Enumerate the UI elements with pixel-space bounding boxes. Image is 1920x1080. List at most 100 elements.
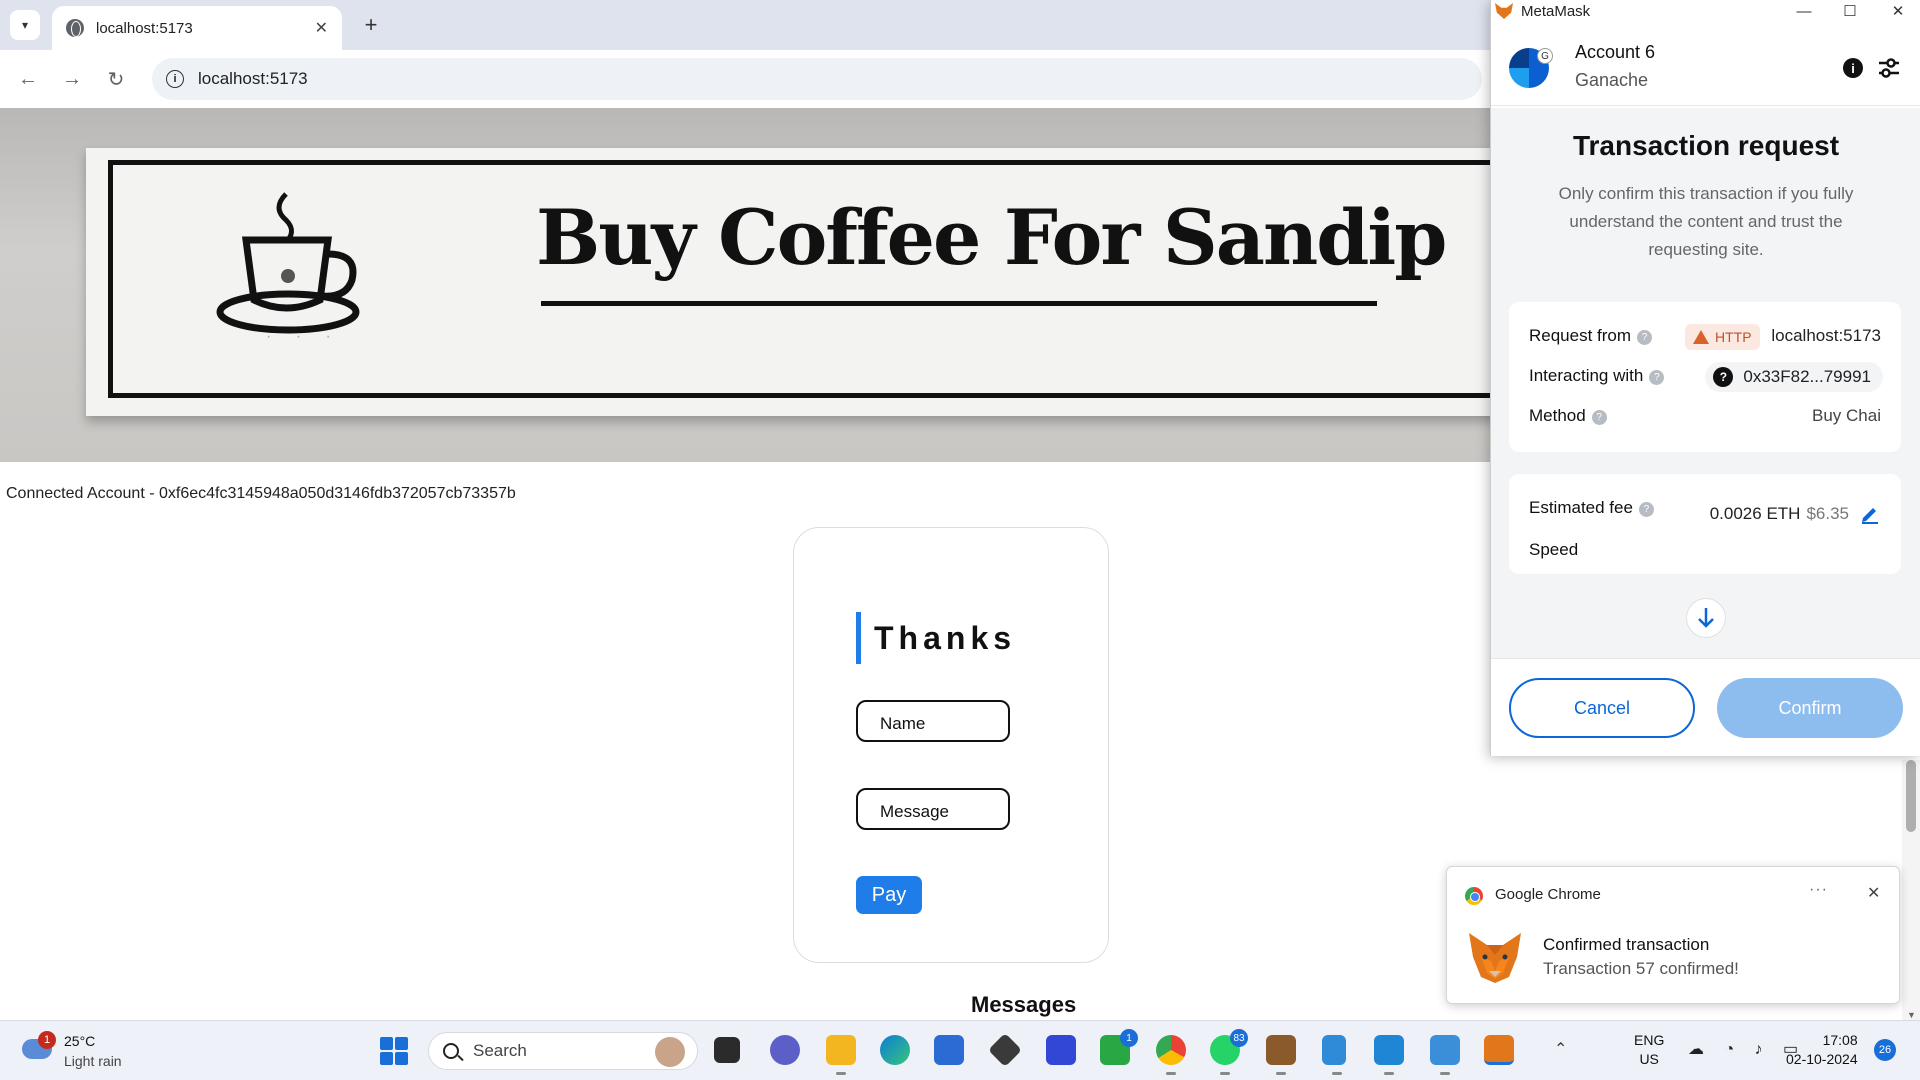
coffee-cup-icon: [216, 192, 360, 334]
account-name: Account 6: [1575, 42, 1656, 62]
estimated-fee-row: Estimated fee?: [1529, 498, 1654, 518]
help-icon[interactable]: ?: [1638, 502, 1654, 517]
forward-icon[interactable]: →: [56, 63, 88, 95]
warning-icon: [1693, 330, 1709, 344]
task-view-icon[interactable]: [714, 1037, 740, 1063]
vscode-icon[interactable]: [1374, 1035, 1404, 1075]
whatsapp-icon[interactable]: 83: [1210, 1029, 1248, 1075]
photos-icon[interactable]: [1430, 1035, 1460, 1075]
package-app-icon[interactable]: [1266, 1035, 1296, 1075]
contract-address-pill[interactable]: ? 0x33F82...79991: [1705, 362, 1883, 392]
xbox-badge: 1: [1120, 1029, 1138, 1047]
request-from-row: Request from?: [1529, 326, 1653, 346]
new-tab-button[interactable]: +: [356, 10, 386, 40]
editor-app-icon[interactable]: [1046, 1035, 1076, 1065]
clock-time: 17:08: [1822, 1032, 1858, 1048]
notification-center-badge[interactable]: 26: [1874, 1039, 1896, 1061]
metamask-popup: MetaMask — ☐ ✕ G Account 6 Ganache i Tra…: [1490, 0, 1920, 756]
site-info-icon[interactable]: i: [166, 70, 184, 88]
metamask-window-title: MetaMask: [1521, 2, 1591, 20]
cancel-button[interactable]: Cancel: [1509, 678, 1695, 738]
maximize-icon[interactable]: ☐: [1827, 0, 1873, 22]
weather-alert-badge: 1: [38, 1031, 56, 1049]
start-button[interactable]: [380, 1037, 408, 1065]
messages-heading: Messages: [971, 992, 1077, 1017]
speed-label: Speed: [1529, 540, 1579, 559]
keyboard-region: US: [1639, 1051, 1659, 1067]
windows-taskbar: 1 25°C Light rain Search 1 83 ⌃ ☁ ◔ ♪ ▭ …: [0, 1020, 1920, 1080]
notepad-icon[interactable]: [1322, 1035, 1346, 1075]
confirm-button[interactable]: Confirm: [1717, 678, 1903, 738]
system-clock[interactable]: 17:08 02-10-2024: [1786, 1031, 1858, 1069]
close-icon[interactable]: ✕: [1875, 0, 1920, 22]
notification-app-name: Google Chrome: [1495, 886, 1601, 903]
taskbar-search-placeholder: Search: [473, 1041, 527, 1060]
teams-chat-icon[interactable]: [770, 1035, 800, 1065]
unknown-contract-icon: ?: [1713, 367, 1734, 387]
method-row: Method?: [1529, 406, 1607, 426]
pay-button[interactable]: Pay: [856, 876, 922, 914]
address-bar-url: localhost:5173: [198, 69, 308, 88]
scroll-down-arrow-icon[interactable]: ▼: [1907, 1010, 1916, 1020]
chrome-icon[interactable]: [1156, 1035, 1186, 1075]
search-icon: [443, 1043, 459, 1059]
dev-tool-icon[interactable]: [988, 1033, 1022, 1067]
taskbar-search[interactable]: Search: [428, 1032, 698, 1070]
request-from-label: Request from: [1529, 326, 1632, 345]
microsoft-store-icon[interactable]: [934, 1035, 964, 1065]
sign-title: Buy Coffee For Sandip: [536, 193, 1447, 282]
network-badge: G: [1537, 48, 1553, 64]
search-highlight-image: [655, 1037, 685, 1067]
metamask-account-header: G Account 6 Ganache i: [1491, 26, 1920, 106]
contract-address: 0x33F82...79991: [1743, 367, 1871, 386]
message-input[interactable]: Message: [856, 788, 1010, 830]
method-label: Method: [1529, 406, 1586, 425]
tab-search-button[interactable]: ▾: [10, 10, 40, 40]
help-icon[interactable]: ?: [1637, 330, 1653, 345]
weather-temperature: 25°C: [64, 1033, 96, 1049]
interacting-with-label: Interacting with: [1529, 366, 1644, 385]
chrome-notification[interactable]: Google Chrome ··· ✕ Confirmed transactio…: [1446, 866, 1900, 1004]
back-icon[interactable]: ←: [12, 63, 44, 95]
name-input[interactable]: Name: [856, 700, 1010, 742]
help-icon[interactable]: ?: [1591, 410, 1607, 425]
whatsapp-badge: 83: [1230, 1029, 1248, 1047]
transaction-title: Transaction request: [1572, 130, 1840, 161]
scrollbar-thumb[interactable]: [1906, 760, 1916, 832]
browser-tab[interactable]: localhost:5173 ✕: [52, 6, 342, 50]
notification-close-icon[interactable]: ✕: [1867, 883, 1880, 903]
file-explorer-icon[interactable]: [826, 1035, 856, 1075]
edge-icon[interactable]: [880, 1035, 910, 1065]
page-scrollbar[interactable]: ▼: [1902, 760, 1920, 1020]
metamask-fox-icon: [1495, 3, 1513, 19]
metamask-titlebar: MetaMask — ☐ ✕: [1491, 0, 1920, 22]
reload-icon[interactable]: ↻: [100, 63, 132, 95]
heading-accent-bar: [856, 612, 861, 664]
settings-sliders-icon[interactable]: [1877, 56, 1901, 80]
estimated-fee-label: Estimated fee: [1529, 498, 1633, 517]
weather-condition: Light rain: [64, 1053, 122, 1069]
notification-title: Confirmed transaction: [1543, 935, 1710, 954]
xbox-icon[interactable]: 1: [1100, 1029, 1138, 1065]
weather-widget[interactable]: 1 25°C Light rain: [20, 1031, 160, 1073]
estimated-fee-value: 0.0026 ETH $6.35: [1710, 504, 1849, 524]
more-options-icon[interactable]: ···: [1809, 881, 1828, 899]
sign-board: · · · Buy Coffee For Sandip: [86, 148, 1500, 416]
chevron-down-icon: ▾: [21, 18, 29, 32]
show-hidden-icons-chevron[interactable]: ⌃: [1554, 1039, 1567, 1059]
tab-close-icon[interactable]: ✕: [315, 18, 328, 38]
edit-pencil-icon[interactable]: [1859, 502, 1881, 524]
info-icon[interactable]: i: [1843, 58, 1863, 78]
metamask-taskbar-icon[interactable]: [1484, 1035, 1514, 1065]
payment-form-card: Thanks Name Message Pay: [793, 527, 1109, 963]
method-value: Buy Chai: [1812, 406, 1881, 425]
arrow-down-icon: [1698, 608, 1714, 628]
help-icon[interactable]: ?: [1649, 370, 1665, 385]
network-name: Ganache: [1575, 70, 1649, 90]
scroll-down-button[interactable]: [1686, 598, 1726, 638]
address-bar[interactable]: i localhost:5173: [152, 58, 1482, 100]
language-indicator[interactable]: ENG US: [1634, 1031, 1664, 1069]
request-details-box: Request from? HTTP localhost:5173 Intera…: [1509, 302, 1901, 452]
minimize-icon[interactable]: —: [1781, 0, 1827, 22]
tab-title: localhost:5173: [96, 19, 193, 37]
